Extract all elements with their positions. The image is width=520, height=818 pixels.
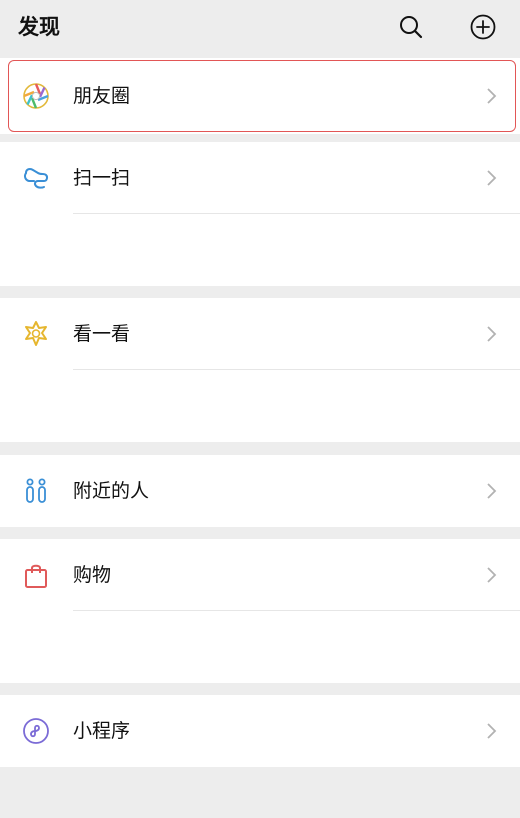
chevron-right-icon	[487, 88, 497, 104]
divider	[73, 369, 520, 370]
discover-screen: 发现 朋友圈 扫一扫 看一看 附近的人 购物 小程序	[0, 0, 520, 818]
menu-item-moments[interactable]: 朋友圈	[0, 60, 520, 132]
menu-item-label: 看一看	[73, 323, 131, 345]
divider	[73, 213, 520, 214]
menu-item-label: 购物	[73, 564, 112, 586]
chevron-right-icon	[487, 567, 497, 583]
group-people-nearby: 附近的人	[0, 455, 520, 527]
search-icon[interactable]	[396, 12, 426, 42]
shopping-bag-icon	[22, 561, 50, 589]
people-nearby-icon	[22, 477, 50, 505]
top-stories-icon	[22, 320, 50, 348]
chevron-right-icon	[487, 723, 497, 739]
menu-item-people-nearby[interactable]: 附近的人	[0, 455, 520, 527]
bottom-spacer	[0, 790, 520, 818]
mini-programs-icon	[22, 717, 50, 745]
group-shopping-games: 购物 游戏	[0, 539, 520, 733]
menu-item-scan[interactable]: 扫一扫	[0, 142, 520, 214]
menu-item-mini-programs[interactable]: 小程序	[0, 695, 520, 767]
chevron-right-icon	[487, 170, 497, 186]
menu-item-label: 小程序	[73, 720, 131, 742]
plus-circle-icon[interactable]	[468, 12, 498, 42]
moments-aperture-icon	[22, 82, 50, 110]
chevron-right-icon	[487, 483, 497, 499]
menu-item-shopping[interactable]: 购物	[0, 539, 520, 611]
menu-item-label: 朋友圈	[73, 85, 131, 107]
page-title: 发现	[18, 15, 60, 39]
group-moments: 朋友圈	[0, 58, 520, 134]
menu-item-label: 附近的人	[73, 480, 150, 502]
group-mini-programs: 小程序	[0, 695, 520, 767]
divider	[73, 610, 520, 611]
chevron-right-icon	[487, 326, 497, 342]
menu-item-label: 扫一扫	[73, 167, 131, 189]
group-scan-shake: 扫一扫 摇一摇	[0, 142, 520, 335]
top-bar: 发现	[0, 0, 520, 56]
group-stories-search: 看一看 搜一搜	[0, 298, 520, 491]
menu-item-top-stories[interactable]: 看一看	[0, 298, 520, 370]
scan-icon	[22, 164, 50, 192]
